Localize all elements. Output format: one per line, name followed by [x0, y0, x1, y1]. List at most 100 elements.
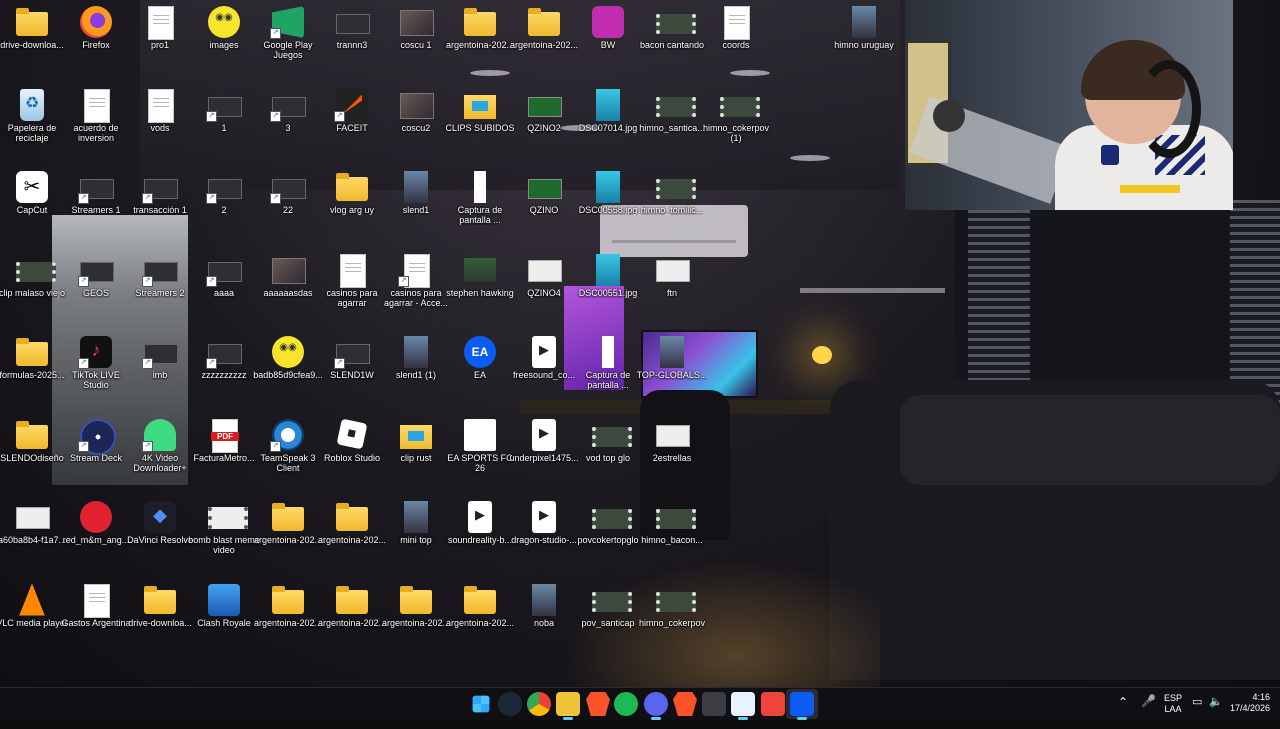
- steam-icon[interactable]: [498, 692, 522, 716]
- desktop-icon-noba[interactable]: noba: [512, 580, 576, 660]
- desktop-icon-clip-rust[interactable]: clip rust: [384, 415, 448, 495]
- desktop-icon-vlc[interactable]: VLC media player: [0, 580, 68, 660]
- desktop-icon-captura-1[interactable]: Captura de pantalla ...: [448, 167, 512, 247]
- volume-icon[interactable]: 🔈: [1209, 697, 1223, 729]
- desktop-icon-argentoina-2[interactable]: argentoina-202...: [510, 2, 578, 82]
- desktop-icon-imb[interactable]: ↗ imb: [128, 332, 192, 412]
- language-indicator[interactable]: ESP LAA: [1160, 693, 1186, 725]
- desktop-icon-streamers-1[interactable]: ↗ Streamers 1: [64, 167, 128, 247]
- desktop-icon-a60ba8b4[interactable]: a60ba8b4-f1a7...: [0, 497, 66, 577]
- desktop-icon-red-mm[interactable]: red_m&m_ang...: [63, 497, 129, 577]
- desktop-icon-coords[interactable]: coords: [704, 2, 768, 82]
- desktop-icon-coscu-1[interactable]: coscu 1: [384, 2, 448, 82]
- desktop-icon-drive-downloads-1[interactable]: drive-downloa...: [0, 2, 64, 82]
- desktop-icon-captura-2[interactable]: Captura de pantalla ...: [576, 332, 640, 412]
- desktop-icon-pro1[interactable]: pro1: [128, 2, 192, 82]
- calculator-icon[interactable]: [702, 692, 726, 716]
- desktop-icon-aaaaaasdas[interactable]: aaaaaasdas: [256, 250, 320, 330]
- microphone-icon[interactable]: 🎤: [1141, 695, 1156, 728]
- desktop-icon-facturametro[interactable]: FacturaMetro...: [192, 415, 256, 495]
- desktop-icon-zzzzzzzzzz[interactable]: ↗ zzzzzzzzzz: [192, 332, 256, 412]
- desktop-icon-aaaa[interactable]: ↗ aaaa: [192, 250, 256, 330]
- desktop-icon-slendodiseno[interactable]: SLENDOdiseño: [0, 415, 64, 495]
- desktop-icon-qzino4[interactable]: QZINO4: [512, 250, 576, 330]
- anydesk-icon[interactable]: [761, 692, 785, 716]
- desktop-icon-qzino2[interactable]: QZINO2: [512, 85, 576, 165]
- desktop-icon-dsc07014[interactable]: DSC07014.jpg: [576, 85, 640, 165]
- desktop-icon-dragon-studio[interactable]: dragon-studio-...: [511, 497, 577, 577]
- desktop-icon-pov-santicap[interactable]: pov_santicap: [576, 580, 640, 660]
- desktop-icon-ftn[interactable]: ftn: [640, 250, 704, 330]
- clock[interactable]: 4:16 17/4/2026: [1228, 692, 1270, 724]
- desktop-icon-argentoina-5[interactable]: argentoina-202...: [254, 580, 322, 660]
- desktop-icon-4k-video-downloader[interactable]: ↗ 4K Video Downloader+: [128, 415, 192, 495]
- desktop-icon-qzino[interactable]: QZINO: [512, 167, 576, 247]
- brave-icon[interactable]: [673, 692, 697, 716]
- desktop-icon-gastos-argentina[interactable]: Gastos Argentina: [61, 580, 131, 660]
- desktop-icon-file-22[interactable]: ↗ 22: [256, 167, 320, 247]
- desktop-icon-argentoina-4[interactable]: argentoina-202...: [318, 497, 386, 577]
- desktop-icon-coscu2[interactable]: coscu2: [384, 85, 448, 165]
- desktop-icon-bomb-blast[interactable]: bomb blast meme video: [188, 497, 260, 577]
- desktop-icon-mini-top[interactable]: mini top: [384, 497, 448, 577]
- desktop-icon-google-play-juegos[interactable]: ↗ Google Play Juegos: [256, 2, 320, 82]
- desktop-icon-geos[interactable]: ↗ GEOS: [64, 250, 128, 330]
- desktop-icon-drive-downloads-2[interactable]: drive-downloa...: [128, 580, 192, 660]
- desktop-icon-dsc00551[interactable]: DSC00551.jpg: [576, 250, 640, 330]
- desktop-icon-clip-malaso-viejo[interactable]: clip malaso viejo: [0, 250, 65, 330]
- desktop-icon-clash-royale[interactable]: Clash Royale: [192, 580, 256, 660]
- desktop-icon-argentoina-8[interactable]: argentoina-202...: [446, 580, 514, 660]
- desktop-icon-slend1[interactable]: slend1: [384, 167, 448, 247]
- chrome-icon[interactable]: [527, 692, 551, 716]
- desktop-icon-himno-bacon[interactable]: himno_bacon...: [640, 497, 704, 577]
- desktop-icon-firefox[interactable]: Firefox: [64, 2, 128, 82]
- desktop-icon-slend1-1[interactable]: slend1 (1): [384, 332, 448, 412]
- desktop-icon-clips-subidos[interactable]: CLIPS SUBIDOS: [445, 85, 515, 165]
- desktop-icon-vods[interactable]: vods: [128, 85, 192, 165]
- desktop-icon-2estrellas[interactable]: 2estrellas: [640, 415, 704, 495]
- desktop-icon-stream-deck[interactable]: ↗ Stream Deck: [64, 415, 128, 495]
- desktop-icon-dsc00558[interactable]: DSC00558.jpg: [576, 167, 640, 247]
- desktop-icon-top-globals[interactable]: TOP-GLOBALS...: [637, 332, 707, 412]
- windows-icon[interactable]: [472, 695, 490, 713]
- desktop-icon-transaccion-1[interactable]: ↗ transacción 1: [128, 167, 192, 247]
- brave-icon[interactable]: [586, 692, 610, 716]
- desktop-icon-underpixel[interactable]: underpixel1475...: [509, 415, 579, 495]
- chevron-up-icon[interactable]: ⌃: [1118, 696, 1128, 729]
- desktop-icon-roblox-studio[interactable]: Roblox Studio: [320, 415, 384, 495]
- desktop-icon-capcut[interactable]: CapCut: [0, 167, 64, 247]
- desktop-icon-trannn3[interactable]: trannn3: [320, 2, 384, 82]
- desktop-icon-stephen-hawking[interactable]: stephen hawking: [446, 250, 514, 330]
- desktop-icon-ea-sports-fc-26[interactable]: EA SPORTS FC 26: [447, 415, 513, 495]
- desktop-icon-file-3[interactable]: ↗ 3: [256, 85, 320, 165]
- desktop-icon-davinci[interactable]: DaVinci Resolve: [127, 497, 193, 577]
- spotify-icon[interactable]: [614, 692, 638, 716]
- desktop-icon-vod-top-glo[interactable]: vod top glo: [576, 415, 640, 495]
- network-icon[interactable]: ▭: [1192, 697, 1202, 729]
- desktop-icon-himno-cokerpov-1[interactable]: himno_cokerpov (1): [703, 85, 769, 165]
- desktop-icon-teamspeak[interactable]: ↗ TeamSpeak 3 Client: [256, 415, 320, 495]
- ea-icon[interactable]: [790, 692, 814, 720]
- desktop-icon-casinos-para-agarrar[interactable]: casinos para agarrar: [320, 250, 384, 330]
- desktop-icon-soundreality[interactable]: soundreality-b...: [448, 497, 512, 577]
- desktop-icon-argentoina-6[interactable]: argentoina-202...: [318, 580, 386, 660]
- desktop-icon-papelera[interactable]: Papelera de reciclaje: [0, 85, 64, 165]
- desktop-icon-argentoina-7[interactable]: argentoina-202...: [382, 580, 450, 660]
- desktop-icon-himno-cokerpov[interactable]: himno_cokerpov: [639, 580, 705, 660]
- desktop-icon-argentoina-1[interactable]: argentoina-202...: [446, 2, 514, 82]
- desktop-icon-file-2[interactable]: ↗ 2: [192, 167, 256, 247]
- desktop-icon-himno-uruguay[interactable]: himno uruguay: [832, 2, 896, 82]
- desktop-icon-slend1w[interactable]: ↗ SLEND1W: [320, 332, 384, 412]
- discord-icon[interactable]: [644, 692, 668, 720]
- desktop-icon-vlog-arg-uy[interactable]: vlog arg uy: [320, 167, 384, 247]
- folder-icon[interactable]: [556, 692, 580, 720]
- desktop-icon-images[interactable]: images: [192, 2, 256, 82]
- desktop-icon-tiktok-live-studio[interactable]: ↗TikTok LIVE Studio: [64, 332, 128, 412]
- notepad-icon[interactable]: [731, 692, 755, 720]
- desktop-icon-casinos-para-agarrar-acce[interactable]: ↗ casinos para agarrar - Acce...: [384, 250, 448, 330]
- desktop-icon-bw[interactable]: BW: [576, 2, 640, 82]
- desktop-icon-argentoina-3[interactable]: argentoina-202...: [254, 497, 322, 577]
- desktop-icon-freesound[interactable]: freesound_co...: [512, 332, 576, 412]
- desktop-icon-himno-tomilic[interactable]: himno_tomilic...: [640, 167, 704, 247]
- desktop-icon-povcokertopglo[interactable]: povcokertopglo: [576, 497, 640, 577]
